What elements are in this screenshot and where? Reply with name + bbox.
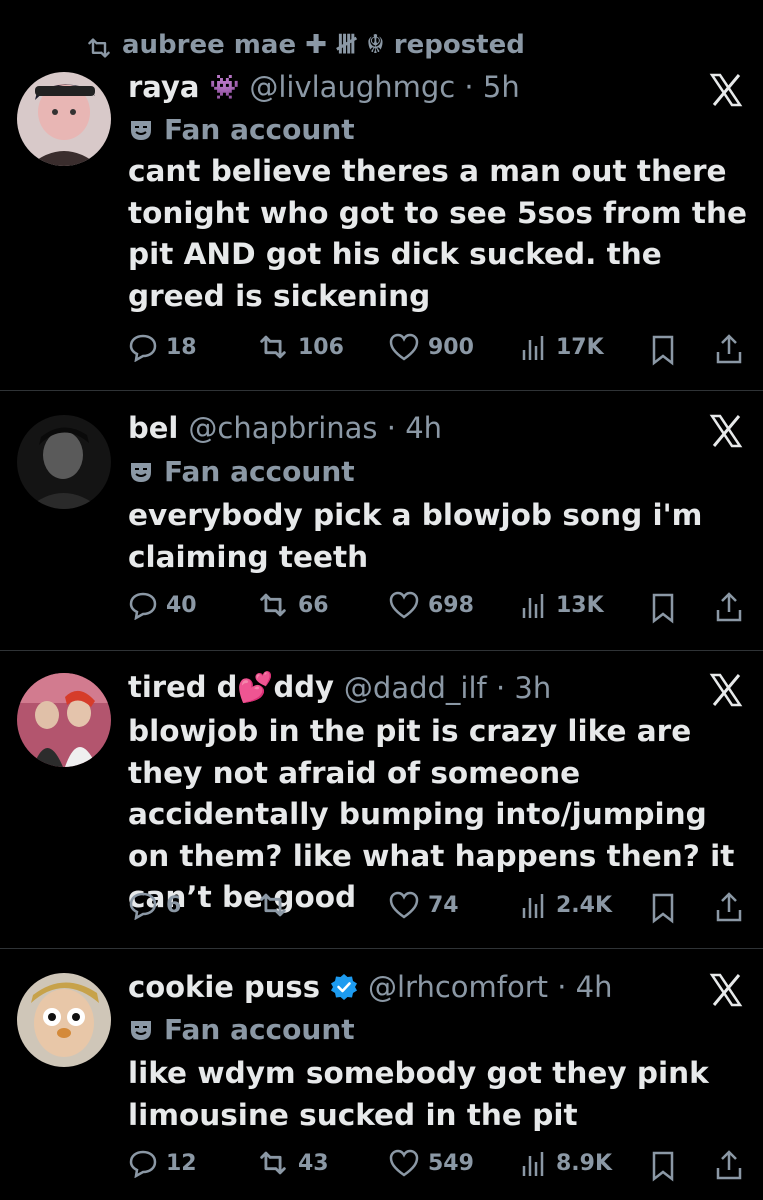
tweet-text: cant believe theres a man out there toni… [128, 154, 747, 313]
x-logo-icon[interactable] [706, 970, 746, 1010]
tweet-text: like wdym somebody got they pink limousi… [128, 1056, 709, 1132]
handle[interactable]: @livlaughmgc · 5h [249, 70, 519, 104]
like-button[interactable]: 549 [388, 1148, 474, 1178]
repost-button[interactable]: 106 [256, 332, 344, 362]
share-icon[interactable] [714, 890, 744, 924]
share-icon[interactable] [714, 1148, 744, 1182]
bookmark-icon[interactable] [650, 1150, 676, 1182]
heart-icon [389, 891, 419, 919]
views-button[interactable]: 13K [520, 590, 604, 620]
repost-banner[interactable]: aubree mae ✚ 𝍸 ☬ reposted [84, 26, 525, 70]
analytics-icon [522, 894, 544, 918]
analytics-icon [522, 594, 544, 618]
share-icon[interactable] [714, 590, 744, 624]
avatar[interactable] [17, 673, 111, 767]
hearts-emoji: 💕 [237, 670, 274, 704]
reply-button[interactable]: 6 [128, 890, 181, 920]
repost-icon [260, 335, 286, 359]
like-button[interactable]: 698 [388, 590, 474, 620]
x-logo-icon[interactable] [706, 670, 746, 710]
bookmark-icon[interactable] [650, 892, 676, 924]
repost-button[interactable] [256, 890, 298, 920]
reply-button[interactable]: 40 [128, 590, 197, 620]
reply-button[interactable]: 18 [128, 332, 197, 362]
reply-icon [129, 592, 157, 620]
reply-button[interactable]: 12 [128, 1148, 197, 1178]
bookmark-icon[interactable] [650, 592, 676, 624]
repost-button[interactable]: 66 [256, 590, 329, 620]
repost-button[interactable]: 43 [256, 1148, 329, 1178]
avatar[interactable] [17, 72, 111, 166]
display-name[interactable]: raya [128, 70, 199, 104]
reply-icon [129, 1150, 157, 1178]
x-logo-icon[interactable] [706, 70, 746, 110]
repost-icon [260, 893, 286, 917]
tweet-header: bel @chapbrinas · 4h [128, 411, 442, 445]
theater-mask-icon [131, 120, 151, 140]
repost-text: aubree mae ✚ 𝍸 ☬ reposted [122, 30, 525, 60]
share-icon[interactable] [714, 332, 744, 366]
divider [0, 650, 763, 651]
fan-account-label: Fan account [128, 113, 355, 146]
bookmark-icon[interactable] [650, 334, 676, 366]
repost-icon [88, 38, 110, 58]
theater-mask-icon [131, 1020, 151, 1040]
tweet-actions: 40 66 698 13K [128, 590, 748, 626]
fan-account-label: Fan account [128, 1013, 355, 1046]
views-button[interactable]: 2.4K [520, 890, 612, 920]
x-logo-icon[interactable] [706, 411, 746, 451]
handle[interactable]: @chapbrinas · 4h [188, 411, 442, 445]
repost-icon [260, 593, 286, 617]
fan-account-label: Fan account [128, 455, 355, 488]
reply-icon [129, 892, 157, 920]
tweet-header: tired d💕ddy @dadd_ilf · 3h [128, 670, 551, 705]
display-name[interactable]: cookie puss [128, 970, 320, 1004]
reply-icon [129, 334, 157, 362]
analytics-icon [522, 336, 544, 360]
views-button[interactable]: 17K [520, 332, 604, 362]
display-name[interactable]: bel [128, 411, 178, 445]
alien-emoji: 👾 [209, 73, 240, 101]
handle[interactable]: @lrhcomfort · 4h [368, 970, 613, 1004]
handle[interactable]: @dadd_ilf · 3h [344, 671, 551, 705]
tweet-header: cookie puss @lrhcomfort · 4h [128, 970, 613, 1004]
heart-icon [389, 591, 419, 619]
tweet-actions: 12 43 549 8.9K [128, 1148, 748, 1184]
verified-badge-icon [330, 974, 357, 1000]
tweet-actions: 6 74 2.4K [128, 890, 748, 926]
tweet-header: raya 👾 @livlaughmgc · 5h [128, 70, 520, 104]
analytics-icon [522, 1152, 544, 1176]
like-button[interactable]: 900 [388, 332, 474, 362]
divider [0, 948, 763, 949]
tweet-text: blowjob in the pit is crazy like are the… [128, 714, 735, 914]
like-button[interactable]: 74 [388, 890, 459, 920]
views-button[interactable]: 8.9K [520, 1148, 612, 1178]
heart-icon [389, 1149, 419, 1177]
tweet-actions: 18 106 900 17K [128, 332, 748, 368]
display-name[interactable]: tired d💕ddy [128, 670, 334, 705]
heart-icon [389, 333, 419, 361]
divider [0, 390, 763, 391]
avatar[interactable] [17, 973, 111, 1067]
theater-mask-icon [131, 462, 151, 482]
tweet-text: everybody pick a blowjob song i'm claimi… [128, 498, 703, 574]
repost-icon [260, 1151, 286, 1175]
avatar[interactable] [17, 415, 111, 509]
